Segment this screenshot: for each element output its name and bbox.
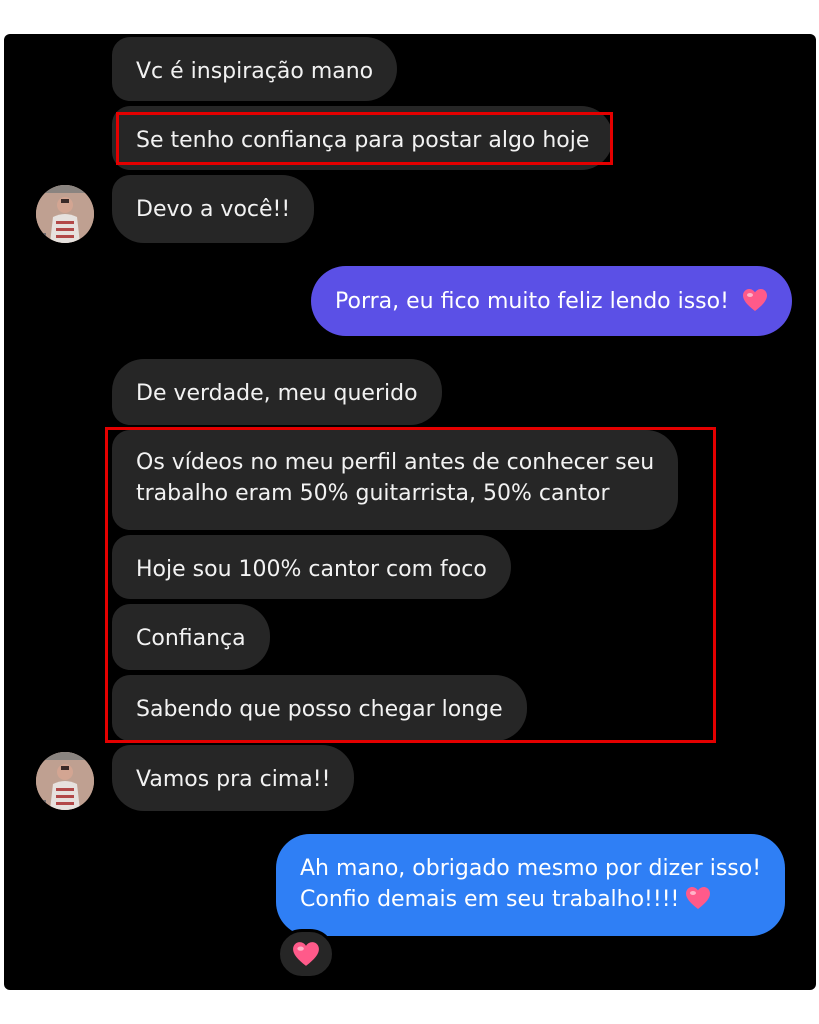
message-text: Porra, eu fico muito feliz lendo isso! — [335, 289, 729, 314]
message-bubble[interactable]: Vc é inspiração mano — [112, 37, 398, 101]
heart-icon — [685, 886, 711, 910]
highlight-box — [116, 112, 613, 165]
avatar-image — [36, 752, 94, 810]
contact-avatar[interactable] — [36, 752, 94, 810]
highlight-box — [105, 427, 716, 743]
message-bubble[interactable]: Porra, eu fico muito feliz lendo isso! — [311, 266, 792, 336]
avatar-image — [36, 185, 94, 243]
contact-avatar[interactable] — [36, 185, 94, 243]
message-text: De verdade, meu querido — [136, 381, 418, 406]
message-text: Devo a você!! — [136, 197, 291, 222]
message-text-line: Ah mano, obrigado mesmo por dizer isso! — [300, 856, 762, 881]
message-bubble[interactable]: Vamos pra cima!! — [112, 745, 355, 811]
message-bubble[interactable]: Ah mano, obrigado mesmo por dizer isso! … — [276, 834, 786, 936]
message-text: Vamos pra cima!! — [136, 767, 331, 792]
message-text: Vc é inspiração mano — [136, 59, 374, 84]
message-bubble[interactable]: De verdade, meu querido — [112, 359, 442, 425]
message-bubble[interactable]: Devo a você!! — [112, 175, 315, 243]
message-text-line: Confio demais em seu trabalho!!!! — [300, 887, 680, 912]
heart-icon — [742, 288, 768, 312]
chat-screen: Vc é inspiração mano Se tenho confiança … — [4, 34, 816, 990]
heart-reaction-icon — [293, 942, 319, 966]
message-reaction[interactable] — [277, 929, 335, 979]
